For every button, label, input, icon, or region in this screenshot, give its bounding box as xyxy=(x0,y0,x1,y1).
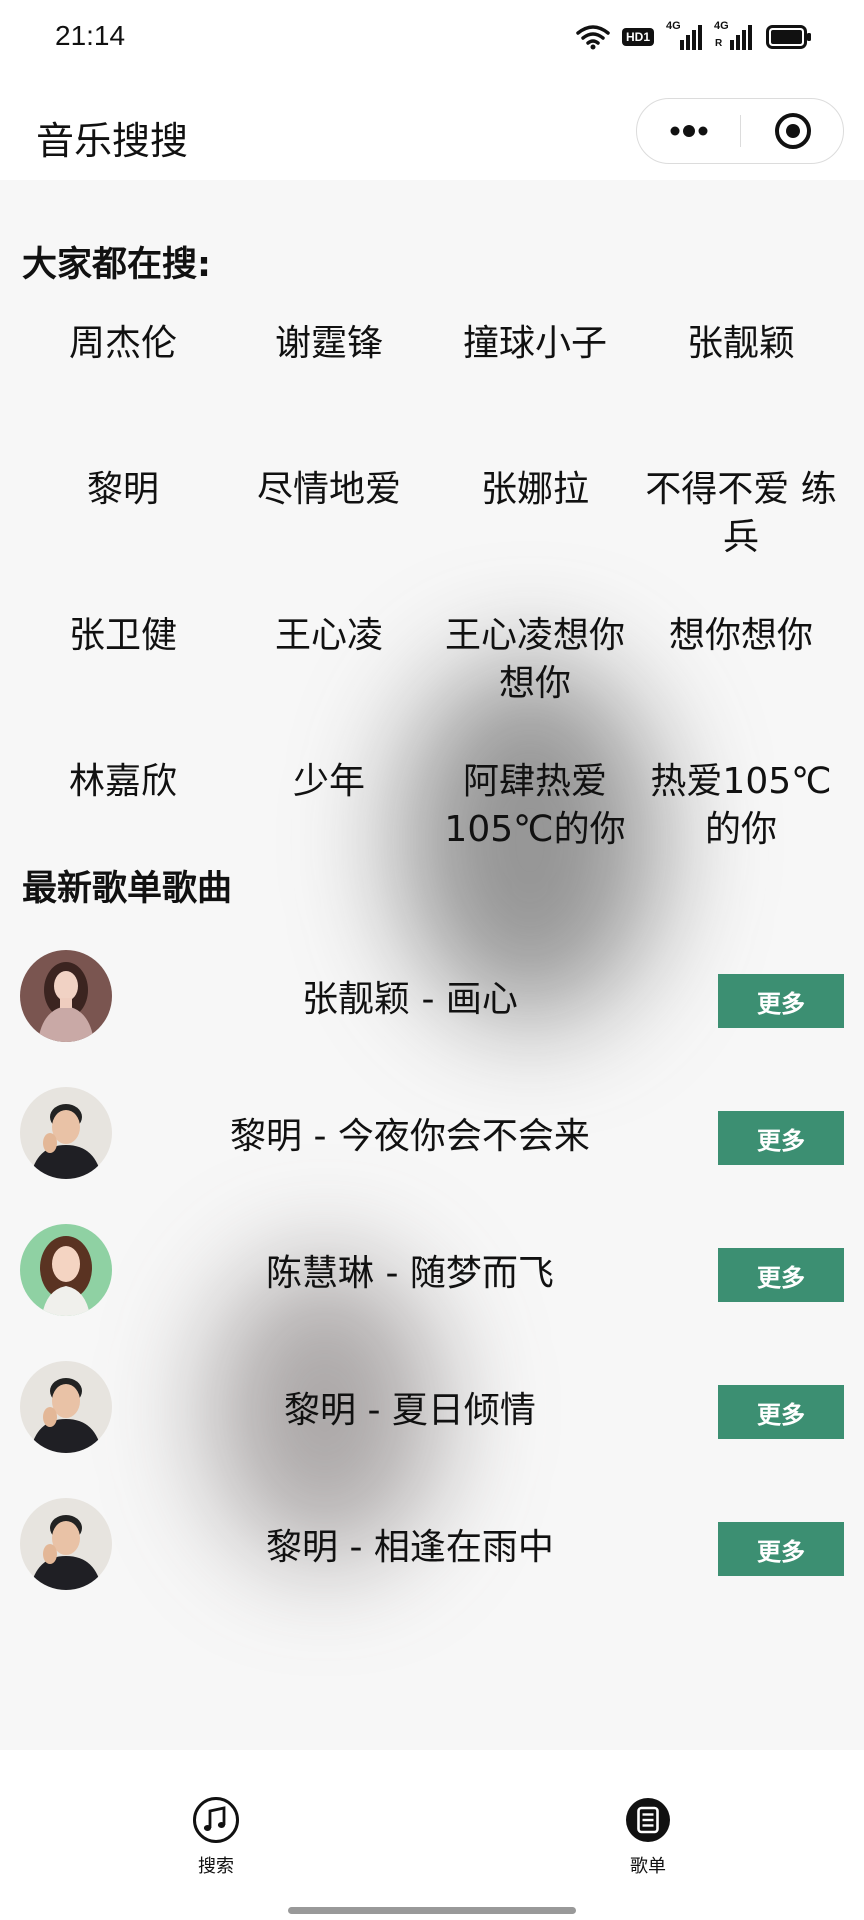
more-button[interactable]: 更多 xyxy=(718,1522,844,1576)
music-note-icon xyxy=(193,1797,239,1843)
network-label: 4G xyxy=(714,20,729,32)
hot-search-item[interactable]: 张娜拉 xyxy=(432,466,638,612)
more-button[interactable]: 更多 xyxy=(718,1385,844,1439)
hot-search-item[interactable]: 张靓颖 xyxy=(638,320,844,466)
close-button[interactable] xyxy=(741,99,844,163)
more-dots-button[interactable] xyxy=(637,99,740,163)
hot-search-item[interactable]: 少年 xyxy=(226,758,432,904)
song-title[interactable]: 陈慧琳 - 随梦而飞 xyxy=(130,1224,690,1316)
more-dots-icon xyxy=(670,125,707,137)
main-content: 大家都在搜: 周杰伦 谢霆锋 撞球小子 张靓颖 黎明 尽情地爱 张娜拉 不得不爱… xyxy=(0,180,864,1750)
hot-search-item[interactable]: 想你想你 xyxy=(638,612,844,758)
list-item: 黎明 - 相逢在雨中 更多 xyxy=(0,1498,864,1635)
list-item: 黎明 - 夏日倾情 更多 xyxy=(0,1361,864,1498)
song-title[interactable]: 黎明 - 今夜你会不会来 xyxy=(130,1087,690,1179)
tab-playlist[interactable]: 歌单 xyxy=(588,1796,708,1878)
song-title[interactable]: 黎明 - 夏日倾情 xyxy=(130,1361,690,1453)
tab-label: 歌单 xyxy=(630,1856,666,1877)
hot-search-item[interactable]: 张卫健 xyxy=(20,612,226,758)
avatar xyxy=(20,1498,112,1590)
hot-search-item[interactable]: 阿肆热爱105℃的你 xyxy=(432,758,638,904)
list-item: 张靓颖 - 画心 更多 xyxy=(0,950,864,1087)
hot-search-item[interactable]: 撞球小子 xyxy=(432,320,638,466)
nav-bar: 音乐搜搜 xyxy=(0,80,864,180)
hot-search-item[interactable]: 谢霆锋 xyxy=(226,320,432,466)
new-songs-title: 最新歌单歌曲 xyxy=(22,869,233,909)
signal-icon: 4G xyxy=(666,20,702,50)
hot-search-item[interactable]: 不得不爱 练兵 xyxy=(638,466,844,612)
tab-search[interactable]: 搜索 xyxy=(156,1796,276,1878)
target-close-icon xyxy=(774,113,811,149)
hot-search-item[interactable]: 尽情地爱 xyxy=(226,466,432,612)
avatar xyxy=(20,950,112,1042)
more-button[interactable]: 更多 xyxy=(718,974,844,1028)
more-button[interactable]: 更多 xyxy=(718,1111,844,1165)
avatar xyxy=(20,1087,112,1179)
avatar xyxy=(20,1224,112,1316)
mini-program-capsule xyxy=(636,98,844,164)
more-button[interactable]: 更多 xyxy=(718,1248,844,1302)
wifi-icon xyxy=(576,24,610,50)
hd-icon: HD1 xyxy=(621,28,654,46)
list-item: 黎明 - 今夜你会不会来 更多 xyxy=(0,1087,864,1224)
hot-search-item[interactable]: 王心凌想你想你 xyxy=(432,612,638,758)
list-item: 陈慧琳 - 随梦而飞 更多 xyxy=(0,1224,864,1361)
hot-search-title: 大家都在搜: xyxy=(22,245,211,285)
signal-icon: 4G R xyxy=(714,20,754,50)
hot-search-item[interactable]: 周杰伦 xyxy=(20,320,226,466)
page-title: 音乐搜搜 xyxy=(36,119,189,163)
home-indicator xyxy=(288,1907,576,1914)
status-icons: HD1 4G 4G R xyxy=(576,20,812,50)
battery-icon xyxy=(766,25,812,49)
hot-search-item[interactable]: 黎明 xyxy=(20,466,226,612)
hot-search-item[interactable]: 热爱105℃的你 xyxy=(638,758,844,904)
song-title[interactable]: 张靓颖 - 画心 xyxy=(130,950,690,1042)
network-label: 4G xyxy=(666,20,681,32)
song-list: 张靓颖 - 画心 更多 黎明 - 今夜你会不会来 更多 陈慧琳 - 随梦而飞 更… xyxy=(0,950,864,1635)
list-icon xyxy=(626,1798,670,1842)
song-title[interactable]: 黎明 - 相逢在雨中 xyxy=(130,1498,690,1590)
tab-label: 搜索 xyxy=(198,1856,234,1877)
hot-search-item[interactable]: 王心凌 xyxy=(226,612,432,758)
status-time: 21:14 xyxy=(55,20,126,51)
status-bar: 21:14 HD1 4G 4G R xyxy=(0,0,864,80)
hot-search-grid: 周杰伦 谢霆锋 撞球小子 张靓颖 黎明 尽情地爱 张娜拉 不得不爱 练兵 张卫健… xyxy=(20,320,844,904)
roaming-label: R xyxy=(715,38,723,49)
tab-bar: 搜索 歌单 xyxy=(0,1750,864,1920)
avatar xyxy=(20,1361,112,1453)
